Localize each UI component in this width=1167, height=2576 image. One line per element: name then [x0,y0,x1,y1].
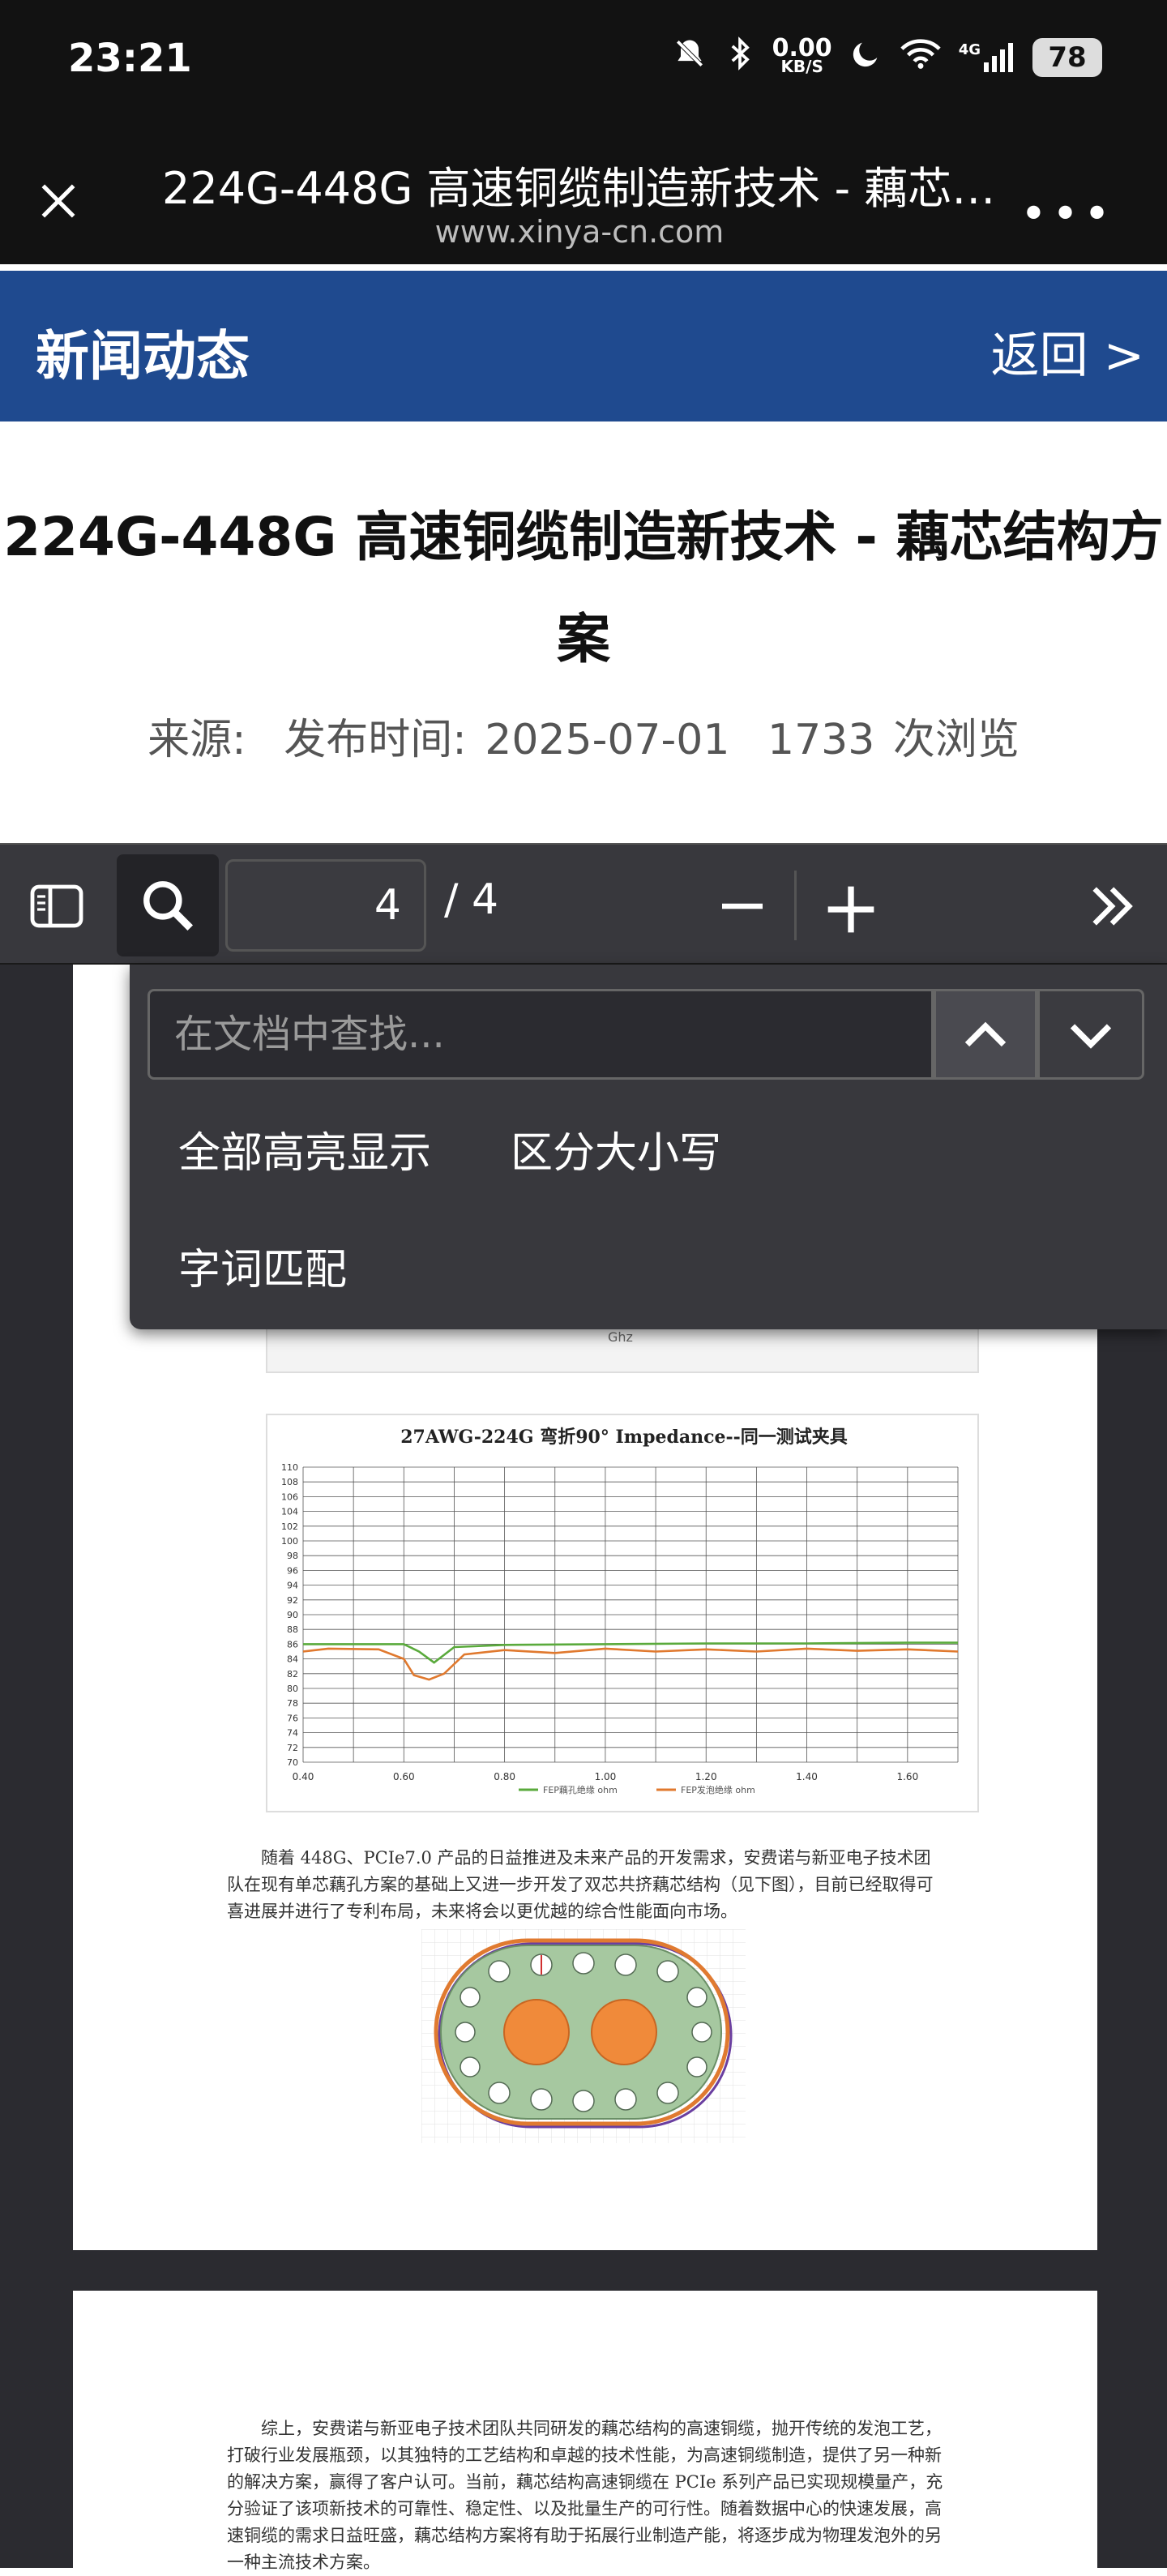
moon-icon [850,37,883,78]
pdf-toolbar: 4 / 4 [0,843,1167,965]
y-tick-label: 88 [287,1624,298,1635]
signal-label: 4G [958,41,981,58]
y-tick-label: 82 [287,1669,298,1680]
impedance-chart: 27AWG-224G 弯折90° Impedance--同一测试夹具 70 72 74… [266,1414,979,1812]
article-meta: 来源: 发布时间: 2025-07-01 1733 次浏览 [0,705,1167,766]
cable-cross-section-image [421,1929,746,2143]
net-speed: 0.00 KB/S [772,34,832,76]
pdf-paragraph: 综上，安费诺与新亚电子技术团队共同研发的藕芯结构的高速铜缆，抛开传统的发泡工艺，… [227,2419,943,2572]
y-tick-label: 80 [287,1684,298,1694]
y-tick-label: 90 [287,1610,298,1620]
chart-title: 27AWG-224G 弯折90° Impedance--同一测试夹具 [400,1427,848,1448]
y-tick-label: 106 [281,1491,298,1502]
page-count: / 4 [444,875,499,924]
y-tick-label: 108 [281,1477,298,1487]
chevron-up-icon[interactable] [934,989,1037,1080]
y-tick-label: 84 [287,1654,298,1665]
y-tick-label: 98 [287,1551,298,1561]
wifi-icon [900,37,941,78]
y-tick-label: 102 [281,1521,298,1532]
x-tick-label: 1.60 [896,1771,918,1782]
x-tick-label: 1.20 [695,1771,717,1782]
y-tick-label: 94 [287,1581,298,1591]
net-speed-value: 0.00 [772,34,832,62]
y-tick-label: 86 [287,1639,298,1650]
browser-url[interactable]: www.xinya-cn.com [162,214,997,250]
publish-date: 发布时间: 2025-07-01 [284,716,730,764]
find-bar: 全部高亮显示 区分大小写 字词匹配 [130,965,1167,1329]
y-tick-label: 104 [281,1507,298,1517]
back-link[interactable]: 返回 > [991,316,1144,387]
bluetooth-icon [725,36,754,79]
double-chevron-right-icon[interactable] [1083,877,1141,935]
close-icon[interactable] [36,178,81,224]
chevron-down-icon[interactable] [1037,989,1144,1080]
more-menu-icon[interactable]: ••• [1020,188,1115,241]
zoom-out-icon[interactable] [713,877,772,935]
impedance-chart-svg: 27AWG-224G 弯折90° Impedance--同一测试夹具 70 72 74… [281,1427,959,1795]
pdf-paragraph: 随着 448G、PCIe7.0 产品的日益推进及未来产品的开发需求，安费诺与新亚… [227,1848,934,1921]
y-tick-label: 72 [287,1743,298,1753]
status-bar: 23:21 0.00 KB/S 4G 78 [0,0,1167,130]
partial-chart-axis-label: Ghz [608,1329,633,1345]
legend-label: FEP发泡绝缘 ohm [681,1784,755,1795]
highlight-all-option[interactable]: 全部高亮显示 [178,1119,431,1179]
y-tick-label: 110 [281,1462,298,1473]
toolbar-divider [794,871,797,940]
browser-tab-bar: 224G-448G 高速铜缆制造新技术 - 藕芯结构方案 www.xinya-c… [0,130,1167,267]
y-tick-label: 92 [287,1595,298,1606]
status-icons: 0.00 KB/S 4G 78 [672,36,1102,79]
x-tick-label: 1.00 [595,1771,617,1782]
net-speed-unit: KB/S [780,57,823,76]
y-tick-label: 70 [287,1757,298,1768]
series-line [303,1641,958,1664]
view-count: 1733 次浏览 [767,716,1020,764]
search-icon[interactable] [117,854,219,956]
whole-words-option[interactable]: 字词匹配 [178,1235,347,1296]
x-tick-label: 0.40 [293,1771,314,1782]
find-input[interactable] [147,989,934,1080]
x-tick-label: 0.80 [494,1771,515,1782]
news-header: 新闻动态 返回 > [0,271,1167,421]
legend-label: FEP藕孔绝缘 ohm [543,1784,618,1795]
article-title: 224G-448G 高速铜缆制造新技术 - 藕芯结构方案 [3,506,1164,670]
y-tick-label: 76 [287,1713,298,1723]
y-tick-label: 100 [281,1536,298,1547]
y-tick-label: 74 [287,1728,298,1739]
section-title: 新闻动态 [36,325,250,387]
y-tick-label: 96 [287,1565,298,1576]
page-number-input[interactable]: 4 [225,859,426,952]
battery-indicator: 78 [1032,38,1102,77]
series-line [302,1647,959,1681]
sidebar-toggle-icon[interactable] [28,877,86,935]
status-time: 23:21 [68,36,192,81]
y-tick-label: 78 [287,1698,298,1709]
mute-icon [672,36,707,79]
x-tick-label: 0.60 [393,1771,415,1782]
source-label: 来源: [147,716,246,764]
zoom-in-icon[interactable] [819,877,883,942]
match-case-option[interactable]: 区分大小写 [511,1119,721,1179]
x-tick-label: 1.40 [796,1771,818,1782]
signal-icon: 4G [959,41,1015,74]
browser-page-title: 224G-448G 高速铜缆制造新技术 - 藕芯结构方案 [162,163,997,214]
